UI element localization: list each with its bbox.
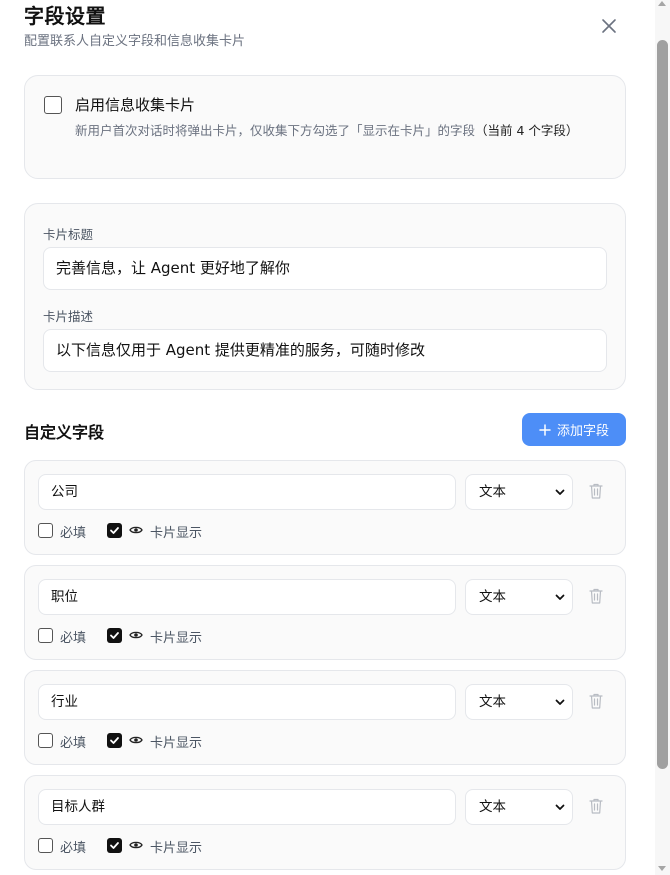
chevron-down-icon xyxy=(555,804,565,810)
chevron-down-icon xyxy=(555,489,565,495)
required-checkbox[interactable] xyxy=(38,733,53,748)
eye-icon xyxy=(129,841,143,849)
scroll-down-arrow-icon[interactable] xyxy=(658,866,666,871)
close-button[interactable] xyxy=(598,15,620,37)
card-title-input[interactable]: 完善信息，让 Agent 更好地了解你 xyxy=(43,247,607,290)
field-settings-modal: 字段设置 配置联系人自定义字段和信息收集卡片 启用信息收集卡片 新用户首次对话时… xyxy=(0,0,670,875)
field-type-value: 文本 xyxy=(479,484,506,500)
trash-icon[interactable] xyxy=(588,587,604,605)
modal-header: 字段设置 配置联系人自定义字段和信息收集卡片 xyxy=(24,2,620,51)
checkmark-icon xyxy=(110,527,119,534)
enable-card-checkbox[interactable] xyxy=(44,96,62,114)
enable-card-panel: 启用信息收集卡片 新用户首次对话时将弹出卡片，仅收集下方勾选了「显示在卡片」的字… xyxy=(24,75,626,179)
enable-desc-text: 新用户首次对话时将弹出卡片，仅收集下方勾选了「显示在卡片」的字段 xyxy=(75,123,476,138)
field-row: 职位 文本 必填 卡片显示 xyxy=(24,565,626,660)
scrollbar-thumb[interactable] xyxy=(657,40,668,769)
enable-card-description: 新用户首次对话时将弹出卡片，仅收集下方勾选了「显示在卡片」的字段（当前 4 个字… xyxy=(75,121,605,141)
checkmark-icon xyxy=(110,842,119,849)
eye-icon xyxy=(129,736,143,744)
trash-icon[interactable] xyxy=(588,797,604,815)
vertical-scrollbar[interactable] xyxy=(655,0,670,875)
card-title-label: 卡片标题 xyxy=(43,227,94,242)
scroll-up-arrow-icon[interactable] xyxy=(658,1,666,6)
required-checkbox[interactable] xyxy=(38,628,53,643)
field-type-select[interactable]: 文本 xyxy=(465,579,573,615)
chevron-down-icon xyxy=(555,594,565,600)
card-settings-panel: 卡片标题 完善信息，让 Agent 更好地了解你 卡片描述 以下信息仅用于 Ag… xyxy=(24,203,626,390)
eye-icon xyxy=(129,631,143,639)
show-in-card-label: 卡片显示 xyxy=(150,631,203,646)
add-field-button[interactable]: 添加字段 xyxy=(522,413,626,446)
enable-field-count: （当前 4 个字段） xyxy=(475,123,579,138)
field-type-select[interactable]: 文本 xyxy=(465,474,573,510)
field-row: 行业 文本 必填 卡片显示 xyxy=(24,670,626,765)
modal-title: 字段设置 xyxy=(24,4,106,28)
show-in-card-label: 卡片显示 xyxy=(150,841,203,856)
field-name-input[interactable]: 公司 xyxy=(38,474,456,510)
show-in-card-checkbox[interactable] xyxy=(107,733,122,748)
field-name-input[interactable]: 行业 xyxy=(38,684,456,720)
field-type-value: 文本 xyxy=(479,694,506,710)
field-type-value: 文本 xyxy=(479,799,506,815)
show-in-card-label: 卡片显示 xyxy=(150,526,203,541)
plus-icon xyxy=(539,423,551,436)
trash-icon[interactable] xyxy=(588,692,604,710)
required-label: 必填 xyxy=(60,631,87,646)
required-label: 必填 xyxy=(60,526,87,541)
enable-card-label: 启用信息收集卡片 xyxy=(75,96,196,114)
required-checkbox[interactable] xyxy=(38,523,53,538)
required-checkbox[interactable] xyxy=(38,838,53,853)
required-label: 必填 xyxy=(60,841,87,856)
chevron-down-icon xyxy=(555,699,565,705)
modal-subtitle: 配置联系人自定义字段和信息收集卡片 xyxy=(24,34,246,49)
field-row: 目标人群 文本 必填 卡片显示 xyxy=(24,775,626,870)
field-type-select[interactable]: 文本 xyxy=(465,684,573,720)
field-type-select[interactable]: 文本 xyxy=(465,789,573,825)
show-in-card-checkbox[interactable] xyxy=(107,628,122,643)
show-in-card-checkbox[interactable] xyxy=(107,523,122,538)
trash-icon[interactable] xyxy=(588,482,604,500)
card-description-label: 卡片描述 xyxy=(43,309,94,324)
field-name-input[interactable]: 目标人群 xyxy=(38,789,456,825)
show-in-card-checkbox[interactable] xyxy=(107,838,122,853)
add-field-label: 添加字段 xyxy=(556,424,609,439)
field-row: 公司 文本 必填 卡片显示 xyxy=(24,460,626,555)
card-description-input[interactable]: 以下信息仅用于 Agent 提供更精准的服务，可随时修改 xyxy=(43,329,607,372)
checkmark-icon xyxy=(110,632,119,639)
field-type-value: 文本 xyxy=(479,589,506,605)
custom-fields-title: 自定义字段 xyxy=(24,423,105,442)
show-in-card-label: 卡片显示 xyxy=(150,736,203,751)
field-name-input[interactable]: 职位 xyxy=(38,579,456,615)
checkmark-icon xyxy=(110,737,119,744)
required-label: 必填 xyxy=(60,736,87,751)
close-icon xyxy=(602,19,616,33)
eye-icon xyxy=(129,526,143,534)
